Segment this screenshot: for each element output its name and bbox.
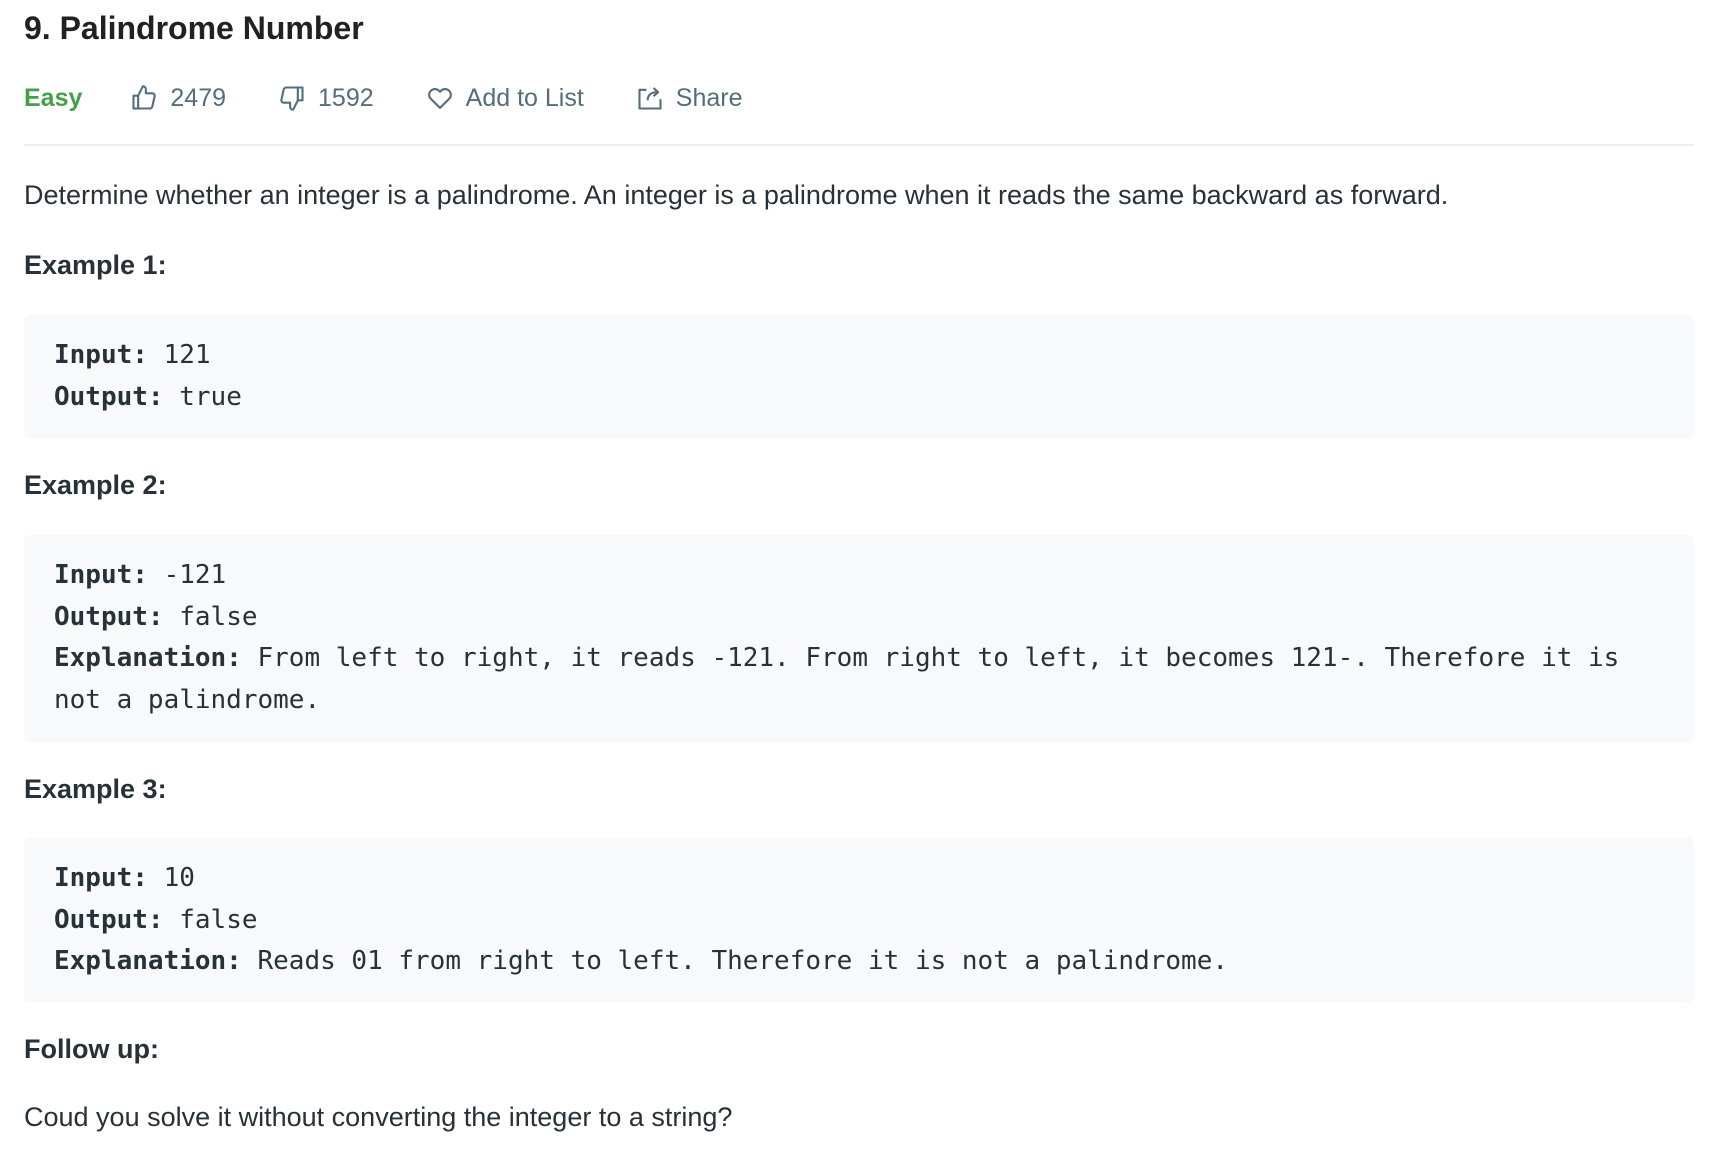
example-heading: Example 1: — [24, 250, 167, 280]
example-code-block: Input: 121 Output: true — [24, 315, 1694, 438]
example-input-line: Input: 10 — [54, 858, 1664, 900]
add-to-list-button[interactable]: Add to List — [426, 84, 584, 113]
like-button[interactable]: 2479 — [130, 84, 226, 113]
difficulty-badge: Easy — [24, 83, 83, 112]
example-output-value: true — [179, 381, 242, 412]
add-to-list-label: Add to List — [465, 83, 584, 112]
dislike-count: 1592 — [318, 83, 374, 112]
share-button[interactable]: Share — [636, 84, 743, 113]
example-output-line: Output: false — [54, 597, 1664, 639]
example-input-line: Input: -121 — [54, 555, 1664, 597]
example-explanation-line: Explanation: Reads 01 from right to left… — [54, 941, 1664, 983]
thumbs-up-icon — [132, 85, 157, 110]
example-output-value: false — [179, 601, 258, 632]
example-explanation-line: Explanation: From left to right, it read… — [54, 638, 1664, 680]
dislike-button[interactable]: 1592 — [278, 84, 374, 113]
output-label: Output: — [54, 601, 164, 632]
input-label: Input: — [54, 863, 148, 893]
example-output-value: false — [179, 904, 258, 935]
follow-up-text: Coud you solve it without converting the… — [24, 1102, 733, 1132]
example-explanation-line: not a palindrome. — [54, 684, 321, 715]
example-output-line: Output: false — [54, 900, 1664, 942]
example-input-value: 121 — [163, 340, 211, 370]
share-label: Share — [675, 83, 743, 112]
share-icon — [638, 87, 662, 110]
problem-meta-bar: Easy 2479 1592 Add to List Share — [24, 78, 795, 118]
thumbs-down-icon — [280, 86, 304, 111]
example-input-value: 10 — [163, 863, 195, 893]
follow-up-heading: Follow up: — [24, 1034, 159, 1064]
heart-icon — [427, 88, 452, 109]
output-label: Output: — [54, 381, 164, 412]
input-label: Input: — [54, 340, 148, 370]
example-code-block: Input: -121 Output: false Explanation: F… — [24, 535, 1694, 742]
example-output-line: Output: true — [54, 377, 1664, 419]
input-label: Input: — [54, 560, 148, 590]
page-title: 9. Palindrome Number — [24, 10, 364, 46]
output-label: Output: — [54, 904, 164, 935]
example-heading: Example 2: — [24, 470, 167, 500]
example-input-line: Input: 121 — [54, 335, 1664, 377]
divider — [24, 144, 1694, 146]
like-count: 2479 — [170, 83, 227, 112]
example-heading: Example 3: — [24, 774, 167, 804]
example-code-block: Input: 10 Output: false Explanation: Rea… — [24, 838, 1694, 1003]
example-explanation-text: From left to right, it reads -121. From … — [257, 643, 1620, 673]
explanation-label: Explanation: — [54, 643, 242, 673]
problem-statement: Determine whether an integer is a palind… — [24, 180, 1449, 210]
example-input-value: -121 — [163, 560, 227, 590]
explanation-label: Explanation: — [54, 946, 242, 976]
example-explanation-text: Reads 01 from right to left. Therefore i… — [257, 946, 1229, 976]
